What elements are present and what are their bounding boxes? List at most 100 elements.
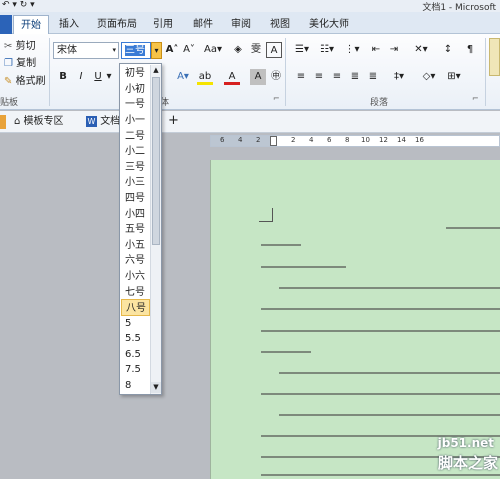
cut-button[interactable]: ✂ 剪切 xyxy=(4,39,36,55)
sort-icon[interactable]: ↕ xyxy=(440,42,456,58)
ruler-number: 2 xyxy=(256,136,261,144)
templates-tab-label: 模板专区 xyxy=(23,116,64,127)
document-tab-label: 文档 xyxy=(100,116,121,127)
char-border-icon[interactable]: A xyxy=(266,42,282,58)
watermark-site: jb51.net xyxy=(437,436,494,450)
align-center-icon[interactable]: ≡ xyxy=(311,69,327,85)
font-size-option[interactable]: 小二 xyxy=(121,143,150,160)
templates-tab[interactable]: ⌂ 模板专区 xyxy=(14,114,64,130)
font-color-icon[interactable]: A xyxy=(224,69,240,85)
chevron-down-icon: ▾ xyxy=(154,46,159,55)
format-painter-button[interactable]: ✎ 格式刷 xyxy=(4,74,46,90)
home-icon[interactable] xyxy=(0,115,6,129)
shrink-font-icon[interactable]: A˅ xyxy=(181,42,197,58)
phonetic-guide-icon[interactable]: 雯 xyxy=(248,42,264,58)
font-size-option[interactable]: 初号 xyxy=(121,65,150,82)
tab-insert[interactable]: 插入 xyxy=(52,15,86,34)
change-case-icon[interactable]: Aa▾ xyxy=(203,42,223,58)
highlight-icon[interactable]: ab xyxy=(197,69,213,85)
distributed-icon[interactable]: ≣ xyxy=(365,69,381,85)
text-line xyxy=(261,244,301,246)
font-size-combo[interactable]: 三号 xyxy=(121,42,151,59)
horizontal-ruler[interactable]: 6 4 2 2 4 6 8 10 12 14 16 xyxy=(210,135,500,147)
font-size-option[interactable]: 7.5 xyxy=(121,361,150,378)
tab-view[interactable]: 视图 xyxy=(263,15,297,34)
ribbon: ✂ 剪切 ❐ 复制 ✎ 格式刷 贴板 宋体 ▾ 三号 ▾ A˄ A˅ Aa▾ ◈ … xyxy=(0,34,500,110)
group-separator xyxy=(285,38,286,106)
font-size-option[interactable]: 一号 xyxy=(121,96,150,113)
ruler-number: 16 xyxy=(415,136,424,144)
italic-icon[interactable]: I xyxy=(73,69,89,85)
text-effect-icon[interactable]: A▾ xyxy=(175,69,191,85)
font-size-option[interactable]: 六号 xyxy=(121,252,150,269)
font-size-dropdown-button[interactable]: ▾ xyxy=(151,42,162,59)
increase-indent-icon[interactable]: ⇥ xyxy=(386,42,402,58)
scrollbar-thumb[interactable] xyxy=(152,77,160,245)
home-icon: ⌂ xyxy=(14,116,21,127)
font-size-option[interactable]: 小三 xyxy=(121,174,150,191)
scroll-down-icon[interactable]: ▼ xyxy=(151,382,161,393)
char-shading-icon[interactable]: A xyxy=(250,69,266,85)
dropdown-scrollbar[interactable]: ▲ ▼ xyxy=(150,65,161,394)
tab-review[interactable]: 审阅 xyxy=(224,15,258,34)
font-size-dropdown-list[interactable]: 初号 小初 一号 小一 二号 小二 三号 小三 四号 小四 五号 小五 六号 小… xyxy=(119,63,162,395)
group-separator xyxy=(49,38,50,106)
ruler-number: 4 xyxy=(238,136,243,144)
bullets-icon[interactable]: ☰▾ xyxy=(291,42,313,58)
decrease-indent-icon[interactable]: ⇤ xyxy=(368,42,384,58)
font-size-option[interactable]: 五号 xyxy=(121,221,150,238)
tab-page-layout[interactable]: 页面布局 xyxy=(90,15,144,34)
multilevel-list-icon[interactable]: ⋮▾ xyxy=(341,42,363,58)
line-spacing-icon[interactable]: ‡▾ xyxy=(388,69,410,85)
document-page[interactable] xyxy=(210,160,500,479)
justify-icon[interactable]: ≣ xyxy=(347,69,363,85)
dialog-launcher-icon[interactable]: ⌐ xyxy=(273,94,280,103)
grow-font-icon[interactable]: A˄ xyxy=(164,42,180,58)
copy-icon: ❐ xyxy=(4,58,13,69)
chinese-layout-icon[interactable]: ✕▾ xyxy=(410,42,432,58)
tab-references[interactable]: 引用 xyxy=(146,15,180,34)
text-line xyxy=(261,351,311,353)
copy-button[interactable]: ❐ 复制 xyxy=(4,56,36,72)
text-line xyxy=(261,308,500,310)
borders-icon[interactable]: ⊞▾ xyxy=(443,69,465,85)
ruler-number: 4 xyxy=(309,136,314,144)
document-tabs-bar: ⌂ 模板专区 W 文档 + xyxy=(0,111,500,133)
show-marks-icon[interactable]: ¶ xyxy=(462,42,478,58)
text-line xyxy=(261,330,500,332)
font-name-combo[interactable]: 宋体 ▾ xyxy=(53,42,119,59)
scroll-up-icon[interactable]: ▲ xyxy=(151,65,161,75)
ruler-number: 6 xyxy=(327,136,332,144)
clear-format-icon[interactable]: ◈ xyxy=(230,42,246,58)
enclosed-char-icon[interactable]: ㊥ xyxy=(268,69,284,85)
bold-icon[interactable]: B xyxy=(55,69,71,85)
watermark-brand: 脚本之家 xyxy=(437,454,498,472)
underline-dropdown-icon[interactable]: ▾ xyxy=(104,69,114,85)
scissors-icon: ✂ xyxy=(4,41,13,52)
word-doc-icon: W xyxy=(86,116,97,127)
numbering-icon[interactable]: ☷▾ xyxy=(316,42,338,58)
new-tab-icon[interactable]: + xyxy=(168,113,179,128)
align-left-icon[interactable]: ≡ xyxy=(293,69,309,85)
align-right-icon[interactable]: ≡ xyxy=(329,69,345,85)
font-size-option[interactable]: 8 xyxy=(121,377,150,394)
font-size-option[interactable]: 5.5 xyxy=(121,330,150,347)
tab-beautify-master[interactable]: 美化大师 xyxy=(302,15,356,34)
font-size-option-selected[interactable]: 八号 xyxy=(121,299,150,316)
styles-gallery[interactable] xyxy=(489,38,500,76)
file-menu-button[interactable] xyxy=(0,15,12,34)
text-line xyxy=(261,393,500,395)
document-tab[interactable]: W 文档 xyxy=(86,114,120,130)
paragraph-group-label: 段落 xyxy=(370,98,389,108)
font-size-option[interactable]: 小六 xyxy=(121,268,150,285)
indent-marker[interactable] xyxy=(270,136,277,146)
ruler-number: 10 xyxy=(361,136,370,144)
font-size-option[interactable]: 四号 xyxy=(121,190,150,207)
quick-access-icons[interactable]: ↶ ▾ ↻ ▾ xyxy=(2,0,35,10)
dialog-launcher-icon[interactable]: ⌐ xyxy=(472,94,479,103)
tab-home[interactable]: 开始 xyxy=(13,15,49,34)
tab-mailings[interactable]: 邮件 xyxy=(186,15,220,34)
text-line xyxy=(279,372,500,374)
font-size-option[interactable]: 小一 xyxy=(121,112,150,129)
shading-icon[interactable]: ◇▾ xyxy=(418,69,440,85)
